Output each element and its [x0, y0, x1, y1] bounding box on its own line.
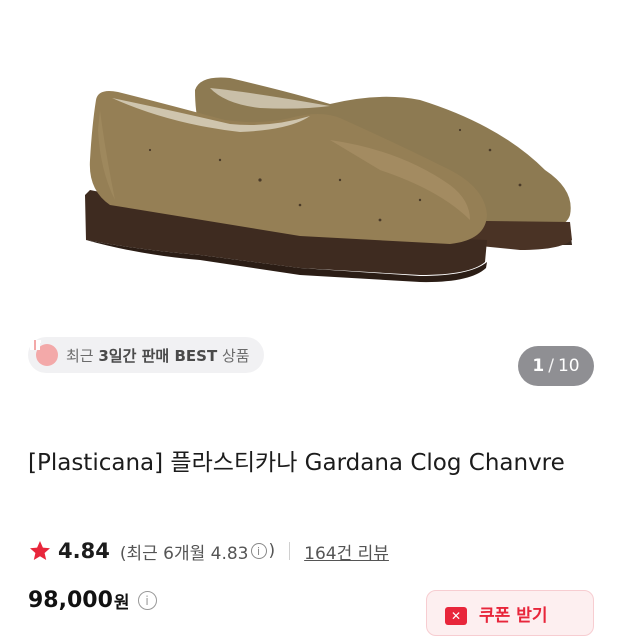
best-seller-text: 최근 3일간 판매 BEST 상품 [66, 346, 250, 365]
currency: 원 [113, 593, 130, 613]
product-title: [Plasticana] 플라스티카나 Gardana Clog Chanvre [28, 450, 565, 476]
recent-rating: (최근 6개월 4.83 i ) [119, 541, 276, 564]
info-icon[interactable]: i [250, 543, 267, 559]
divider [289, 542, 291, 560]
image-counter-current: 1 [532, 356, 545, 376]
gift-icon [29, 340, 58, 366]
rating-row: 4.84 (최근 6개월 4.83 i ) 164건 리뷰 [28, 536, 389, 566]
product-image [85, 77, 572, 283]
coupon-icon: ✕ [445, 607, 467, 625]
product-image-area[interactable]: 최근 3일간 판매 BEST 상품 1 / 10 [0, 0, 620, 395]
coupon-label: 쿠폰 받기 [479, 606, 548, 626]
best-seller-badge: 최근 3일간 판매 BEST 상품 [28, 337, 264, 373]
price-row: 98,000 원 i [28, 588, 157, 613]
image-counter-separator: / [548, 356, 554, 376]
coupon-button[interactable]: ✕ 쿠폰 받기 [426, 590, 594, 636]
star-icon [30, 541, 50, 560]
reviews-link[interactable]: 164건 리뷰 [304, 539, 389, 564]
image-counter-total: 10 [557, 356, 580, 376]
price-info-icon[interactable]: i [137, 591, 157, 610]
rating-score: 4.84 [58, 539, 110, 563]
price: 98,000 [28, 588, 113, 613]
image-counter: 1 / 10 [518, 346, 594, 386]
